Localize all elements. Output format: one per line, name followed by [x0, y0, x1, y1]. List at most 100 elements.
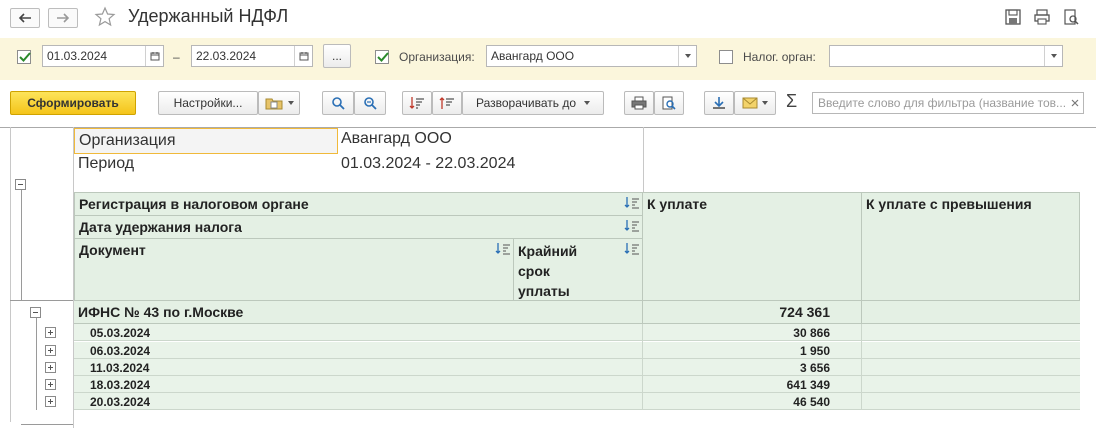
sort-icon: [624, 220, 639, 232]
header-registration[interactable]: Регистрация в налоговом органе: [74, 192, 643, 216]
row-amount: 30 866: [793, 326, 830, 340]
sort-icon: [495, 243, 510, 255]
preview-icon: [662, 96, 676, 110]
collapse-group-toggle[interactable]: [30, 307, 41, 318]
preview-button[interactable]: [654, 91, 684, 115]
meta-organization-value: Авангард ООО: [341, 130, 452, 147]
print-button[interactable]: [624, 91, 654, 115]
collapse-header-toggle[interactable]: [15, 179, 26, 190]
tax-authority-dropdown-button[interactable]: [1044, 46, 1062, 66]
back-button[interactable]: [10, 8, 40, 28]
header-registration-label: Регистрация в налоговом органе: [79, 196, 309, 212]
header-deadline-line1: Крайний: [518, 243, 578, 259]
sum-icon[interactable]: Σ: [786, 91, 797, 112]
cell-divider: [861, 324, 862, 410]
date-to-field[interactable]: 22.03.2024: [191, 45, 313, 67]
preview-icon[interactable]: [1062, 8, 1080, 26]
outline-line: [21, 190, 22, 300]
table-row[interactable]: 06.03.2024 1 950: [74, 342, 1080, 359]
table-row[interactable]: 11.03.2024 3 656: [74, 359, 1080, 376]
header-deadline-line2: срок: [518, 263, 550, 279]
outline-line: [36, 318, 37, 410]
expand-row-toggle[interactable]: [45, 327, 56, 338]
group-amount: 724 361: [779, 304, 830, 320]
meta-organization-label-cell[interactable]: Организация: [74, 128, 338, 154]
date-from-value: 01.03.2024: [47, 49, 108, 63]
settings-button[interactable]: Настройки...: [158, 91, 258, 115]
send-email-button[interactable]: [734, 91, 776, 115]
expand-row-toggle[interactable]: [45, 362, 56, 373]
calendar-button[interactable]: [145, 46, 163, 66]
parameters-panel: 01.03.2024 – 22.03.2024 ... Организация:…: [0, 38, 1096, 80]
arrow-right-icon: [57, 13, 70, 23]
tax-authority-checkbox[interactable]: [719, 50, 733, 64]
generate-button[interactable]: Сформировать: [10, 91, 136, 115]
save-to-file-button[interactable]: [704, 91, 734, 115]
header-retention-date[interactable]: Дата удержания налога: [74, 215, 643, 239]
table-row[interactable]: 20.03.2024 46 540: [74, 393, 1080, 410]
forward-button[interactable]: [48, 8, 78, 28]
filter-search-placeholder: Введите слово для фильтра (название тов.…: [818, 96, 1067, 110]
find-button[interactable]: [322, 91, 354, 115]
download-icon: [713, 97, 725, 109]
header-retention-date-label: Дата удержания налога: [79, 219, 242, 235]
expand-to-button[interactable]: Разворачивать до: [462, 91, 604, 115]
print-icon[interactable]: [1033, 8, 1051, 26]
row-amount: 46 540: [793, 395, 830, 409]
organization-value: Авангард ООО: [491, 49, 575, 63]
meta-period-value: 01.03.2024 - 22.03.2024: [341, 155, 516, 172]
table-row[interactable]: 05.03.2024 30 866: [74, 324, 1080, 341]
chevron-down-icon: [762, 101, 768, 105]
organization-field[interactable]: Авангард ООО: [486, 45, 697, 67]
group-button[interactable]: [432, 91, 462, 115]
cell-divider: [642, 324, 643, 410]
find-next-button[interactable]: [354, 91, 386, 115]
filter-search-input[interactable]: Введите слово для фильтра (название тов.…: [812, 92, 1084, 114]
sort-icon: [624, 243, 639, 255]
tax-authority-field[interactable]: [829, 45, 1063, 67]
header-document[interactable]: Документ: [74, 238, 514, 301]
header-to-pay[interactable]: К уплате: [642, 192, 862, 301]
header-deadline[interactable]: Крайний срок уплаты: [513, 238, 643, 301]
expand-row-toggle[interactable]: [45, 396, 56, 407]
chevron-down-icon: [287, 101, 294, 105]
row-amount: 641 349: [786, 378, 830, 392]
cell-divider: [642, 301, 643, 324]
calendar-icon: [150, 52, 159, 61]
date-to-value: 22.03.2024: [196, 49, 257, 63]
sort-icon: [624, 197, 639, 209]
print-icon: [631, 96, 647, 110]
row-date: 05.03.2024: [90, 326, 151, 340]
header-to-pay-excess[interactable]: К уплате с превышения: [861, 192, 1080, 301]
header-to-pay-excess-label: К уплате с превышения: [866, 196, 1032, 212]
star-icon[interactable]: [94, 6, 116, 28]
chevron-down-icon: [1050, 54, 1057, 58]
group-row[interactable]: ИФНС № 43 по г.Москве 724 361: [74, 301, 1080, 324]
period-checkbox[interactable]: [17, 50, 31, 64]
date-separator: –: [173, 50, 180, 64]
calendar-icon: [299, 52, 308, 61]
header-document-label: Документ: [79, 242, 146, 258]
meta-period-label: Период: [78, 155, 135, 172]
organization-dropdown-button[interactable]: [678, 46, 696, 66]
check-icon: [377, 52, 389, 62]
table-row[interactable]: 18.03.2024 641 349: [74, 376, 1080, 393]
sort-button[interactable]: [402, 91, 432, 115]
period-select-button[interactable]: ...: [323, 44, 351, 68]
save-icon[interactable]: [1004, 8, 1022, 26]
column-line: [643, 127, 644, 192]
expand-to-label: Разворачивать до: [475, 96, 576, 110]
organization-checkbox[interactable]: [375, 50, 389, 64]
organization-label: Организация:: [399, 50, 475, 64]
row-date: 20.03.2024: [90, 395, 151, 409]
calendar-button[interactable]: [294, 46, 312, 66]
header-deadline-line3: уплаты: [518, 283, 570, 299]
date-from-field[interactable]: 01.03.2024: [42, 45, 164, 67]
search-icon: [332, 97, 345, 110]
expand-row-toggle[interactable]: [45, 379, 56, 390]
expand-row-toggle[interactable]: [45, 345, 56, 356]
variants-button[interactable]: [258, 91, 300, 115]
tax-authority-label: Налог. орган:: [743, 50, 816, 64]
clear-search-button[interactable]: [1067, 93, 1083, 113]
group-name: ИФНС № 43 по г.Москве: [78, 304, 244, 320]
